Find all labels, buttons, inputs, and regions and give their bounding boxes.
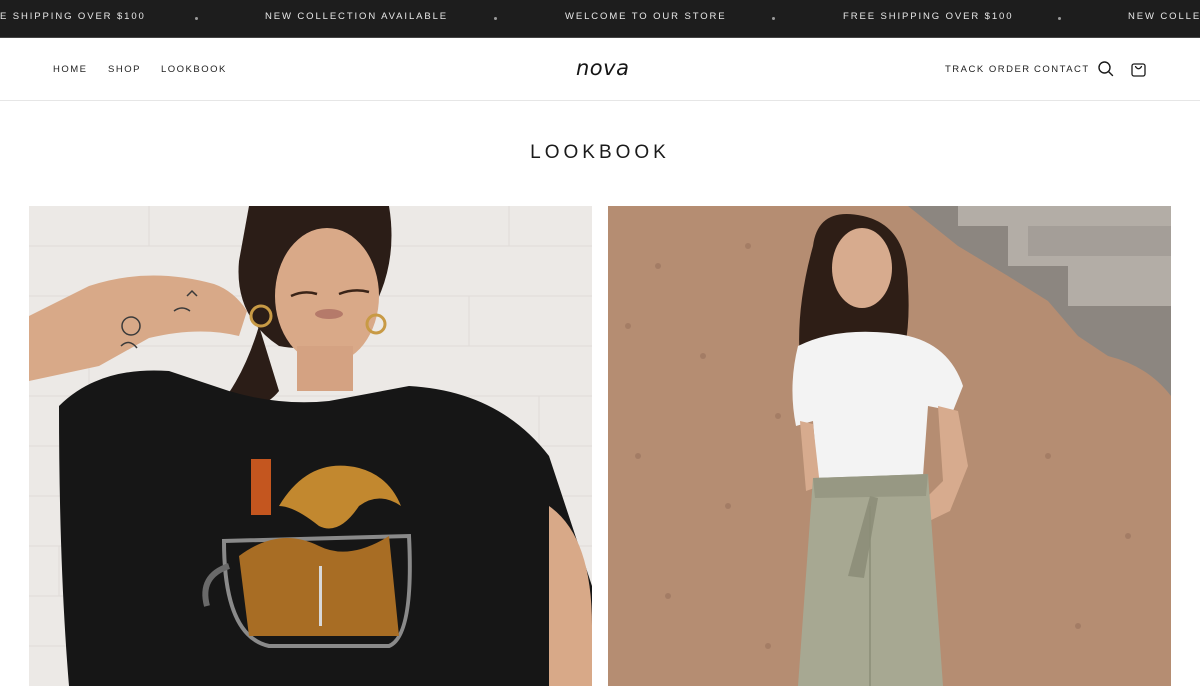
announcement-bar: E SHIPPING OVER $100 NEW COLLECTION AVAI… — [0, 0, 1200, 38]
nav-home[interactable]: HOME — [53, 64, 88, 75]
separator-dot — [1058, 17, 1061, 20]
announcement-message: WELCOME TO OUR STORE — [565, 11, 727, 22]
site-header: HOME SHOP LOOKBOOK nova TRACK ORDER CONT… — [0, 38, 1200, 101]
separator-dot — [494, 17, 497, 20]
nav-track-order[interactable]: TRACK ORDER — [945, 64, 1031, 75]
announcement-message: NEW COLLEC — [1128, 11, 1200, 22]
announcement-message: FREE SHIPPING OVER $100 — [843, 11, 1014, 22]
site-logo[interactable]: nova — [576, 56, 629, 80]
lookbook-image-left[interactable] — [29, 206, 592, 686]
nav-lookbook[interactable]: LOOKBOOK — [161, 64, 227, 75]
nav-shop[interactable]: SHOP — [108, 64, 141, 75]
search-icon[interactable] — [1097, 60, 1115, 78]
page-title: LOOKBOOK — [530, 142, 670, 163]
separator-dot — [772, 17, 775, 20]
announcement-message: E SHIPPING OVER $100 — [0, 11, 146, 22]
announcement-message: NEW COLLECTION AVAILABLE — [265, 11, 449, 22]
cart-icon[interactable] — [1130, 60, 1148, 78]
nav-contact[interactable]: CONTACT — [1034, 64, 1090, 75]
separator-dot — [195, 17, 198, 20]
lookbook-image-right[interactable] — [608, 206, 1171, 686]
